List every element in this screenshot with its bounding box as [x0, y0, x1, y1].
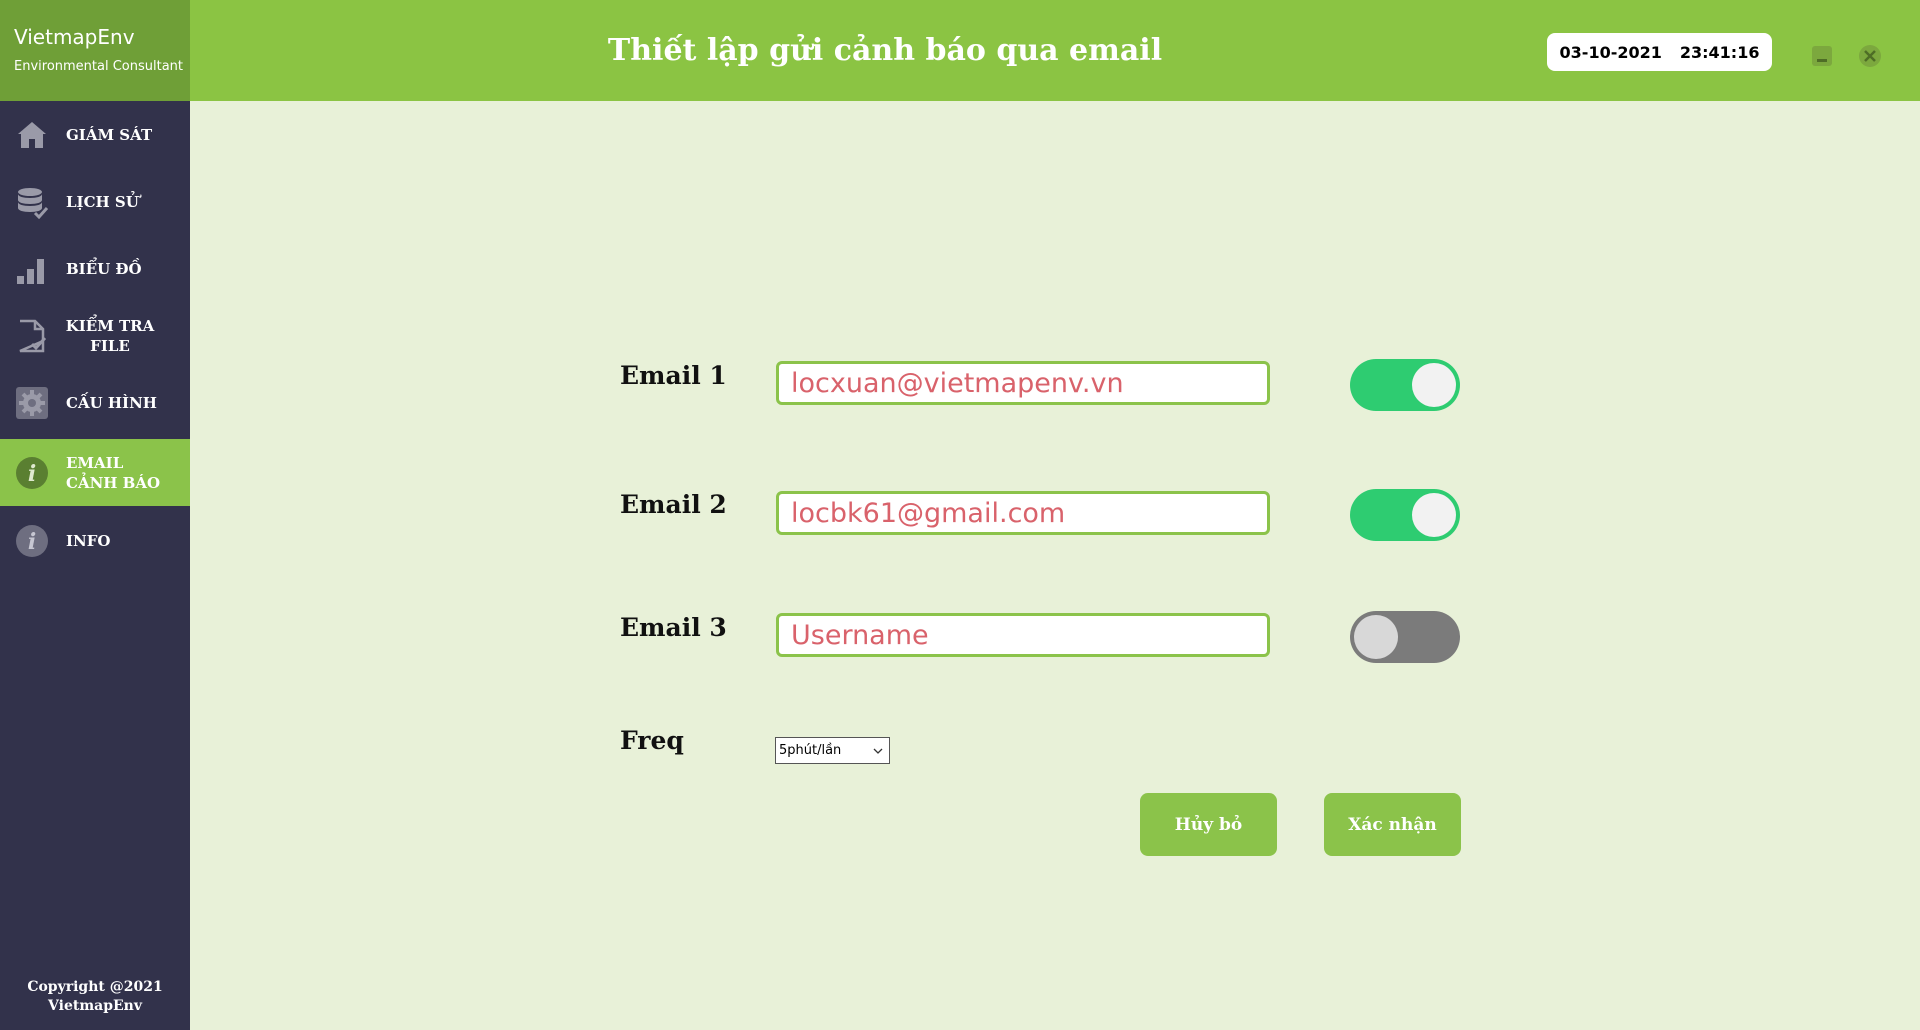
info-icon: i — [16, 456, 48, 489]
sidebar-item-label: GIÁM SÁT — [66, 125, 153, 144]
brand-subtitle: Environmental Consultant — [14, 59, 184, 74]
sidebar-item-label: CẤU HÌNH — [66, 393, 157, 412]
brand-block: VietmapEnv Environmental Consultant — [0, 0, 190, 101]
bar-chart-icon — [17, 258, 44, 284]
confirm-button[interactable]: Xác nhận — [1324, 793, 1461, 856]
email2-toggle[interactable] — [1350, 489, 1460, 541]
freq-label: Freq — [620, 726, 684, 755]
sidebar-item-label: BIỂU ĐỒ — [66, 259, 142, 278]
sidebar-item-info[interactable]: i INFO — [0, 507, 190, 574]
cancel-button[interactable]: Hủy bỏ — [1140, 793, 1277, 856]
toggle-knob — [1354, 615, 1398, 659]
sidebar-item-label-line2: CẢNH BÁO — [66, 473, 161, 492]
close-icon[interactable] — [1858, 44, 1882, 68]
sidebar-item-lich-su[interactable]: LỊCH SỬ — [0, 168, 190, 235]
minimize-icon[interactable] — [1810, 44, 1834, 68]
database-icon — [18, 187, 49, 219]
info-icon: i — [16, 524, 48, 557]
sidebar-item-kiem-tra-file[interactable]: KIỂM TRA FILE — [0, 302, 190, 369]
chevron-down-icon — [873, 748, 883, 754]
email3-toggle[interactable] — [1350, 611, 1460, 663]
freq-select[interactable]: 5phút/lần — [775, 737, 890, 764]
svg-text:i: i — [28, 461, 36, 487]
file-check-icon — [19, 319, 47, 352]
email1-input[interactable] — [776, 361, 1270, 405]
sidebar-item-cau-hinh[interactable]: CẤU HÌNH — [0, 369, 190, 436]
email3-input[interactable] — [776, 613, 1270, 657]
email1-label: Email 1 — [620, 361, 727, 390]
sidebar: VietmapEnv Environmental Consultant GIÁM… — [0, 0, 190, 1030]
copyright-line2: VietmapEnv — [48, 998, 142, 1014]
home-icon — [18, 121, 46, 148]
sidebar-item-label: LỊCH SỬ — [66, 192, 139, 211]
sidebar-item-label: KIỂM TRA FILE — [60, 316, 160, 356]
datetime-display: 03-10-2021 23:41:16 — [1547, 33, 1772, 71]
email3-label: Email 3 — [620, 613, 727, 642]
email1-toggle[interactable] — [1350, 359, 1460, 411]
email2-input[interactable] — [776, 491, 1270, 535]
freq-selected-value: 5phút/lần — [779, 743, 842, 758]
copyright-line1: Copyright @2021 — [27, 979, 163, 995]
time-text: 23:41:16 — [1679, 42, 1760, 62]
sidebar-item-label: EMAIL CẢNH BÁO — [66, 453, 166, 493]
sidebar-item-giam-sat[interactable]: GIÁM SÁT — [0, 101, 190, 168]
gear-icon — [16, 386, 48, 419]
sidebar-item-label: INFO — [66, 531, 111, 550]
brand-name: VietmapEnv — [14, 25, 135, 49]
toggle-knob — [1412, 363, 1456, 407]
page-title: Thiết lập gửi cảnh báo qua email — [607, 33, 1163, 68]
sidebar-item-label-line1: EMAIL — [66, 453, 124, 472]
email2-label: Email 2 — [620, 490, 727, 519]
date-text: 03-10-2021 — [1559, 42, 1662, 62]
sidebar-item-label-line2: FILE — [90, 336, 130, 355]
copyright: Copyright @2021 VietmapEnv — [0, 978, 190, 1016]
sidebar-item-bieu-do[interactable]: BIỂU ĐỒ — [0, 235, 190, 302]
sidebar-item-email-canh-bao[interactable]: i EMAIL CẢNH BÁO — [0, 439, 190, 506]
sidebar-item-label-line1: KIỂM TRA — [65, 316, 155, 335]
header-bar: Thiết lập gửi cảnh báo qua email 03-10-2… — [190, 0, 1920, 101]
svg-text:i: i — [28, 529, 36, 555]
toggle-knob — [1412, 493, 1456, 537]
